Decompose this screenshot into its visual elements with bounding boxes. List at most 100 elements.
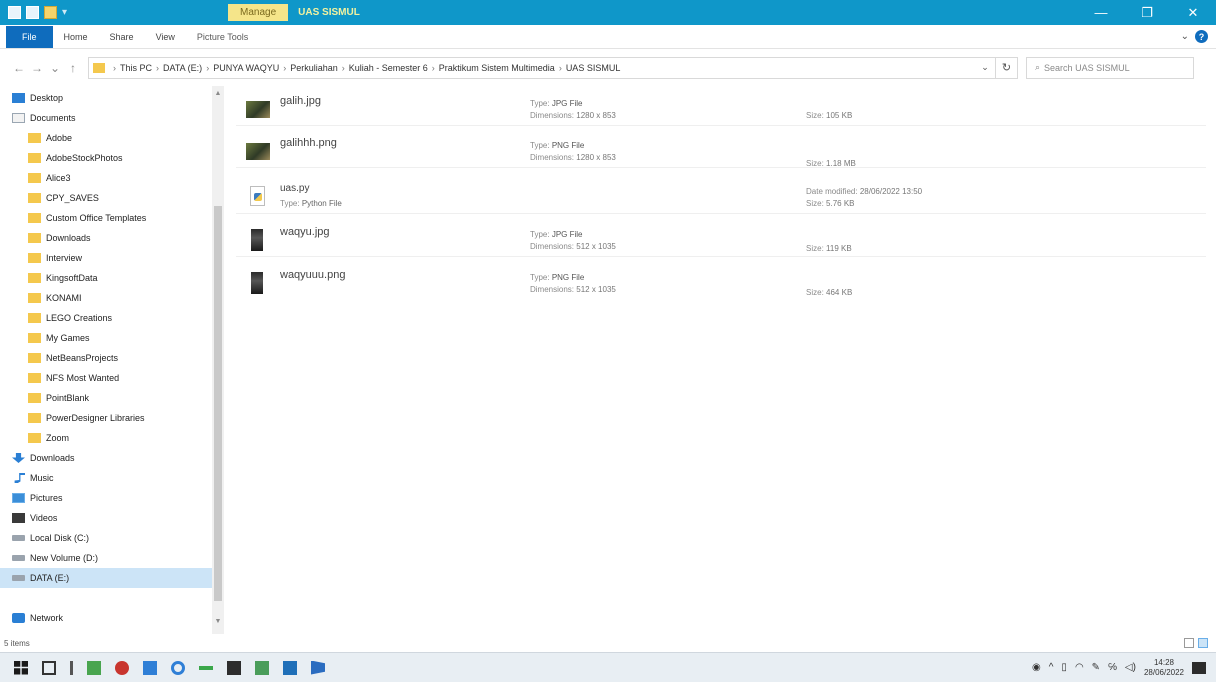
nav-scrollbar[interactable]: ▲ ▼: [212, 86, 224, 634]
minimize-button[interactable]: —: [1078, 0, 1124, 25]
breadcrumb-data-drive[interactable]: DATA (E:): [163, 63, 202, 73]
chevron-right-icon[interactable]: ›: [342, 63, 345, 73]
nav-item-powerdesigner-libraries[interactable]: PowerDesigner Libraries: [0, 408, 212, 428]
close-button[interactable]: ✕: [1170, 0, 1216, 25]
tab-home[interactable]: Home: [53, 25, 99, 49]
nav-item-my-games[interactable]: My Games: [0, 328, 212, 348]
forward-arrow-icon[interactable]: →: [28, 61, 46, 75]
wifi-icon[interactable]: ◠: [1075, 662, 1084, 673]
nav-item-music[interactable]: Music: [0, 468, 212, 488]
language-icon[interactable]: ℅: [1108, 662, 1117, 673]
pinned-app-icon[interactable]: [87, 660, 101, 675]
tab-file[interactable]: File: [6, 25, 53, 48]
nav-item-alice3[interactable]: Alice3: [0, 168, 212, 188]
chevron-right-icon[interactable]: ›: [156, 63, 159, 73]
nav-item-videos[interactable]: Videos: [0, 508, 212, 528]
chevron-right-icon[interactable]: ›: [113, 63, 116, 73]
recent-locations-icon[interactable]: ⌄: [46, 61, 64, 75]
tab-view[interactable]: View: [145, 25, 186, 49]
file-row-waqyu-jpg[interactable]: waqyu.jpg Type: JPG File Dimensions: 512…: [236, 223, 1206, 257]
large-icons-view-icon[interactable]: [1198, 638, 1208, 648]
windows-start-icon[interactable]: [14, 660, 28, 675]
breadcrumb-uas-sismul[interactable]: UAS SISMUL: [566, 63, 621, 73]
nav-item-desktop[interactable]: Desktop: [0, 88, 212, 108]
back-arrow-icon[interactable]: ←: [10, 61, 28, 75]
refresh-icon[interactable]: ↻: [996, 56, 1018, 79]
nav-item-konami[interactable]: KONAMI: [0, 288, 212, 308]
file-row-galih-jpg[interactable]: galih.jpg Type: JPG File Dimensions: 128…: [236, 92, 1206, 126]
folder-icon: [28, 133, 41, 143]
task-view-icon[interactable]: [42, 660, 56, 675]
search-input[interactable]: ⌕ Search UAS SISMUL: [1026, 56, 1194, 79]
nav-item-netbeansprojects[interactable]: NetBeansProjects: [0, 348, 212, 368]
address-bar[interactable]: › This PC › DATA (E:) › PUNYA WAQYU › Pe…: [88, 56, 996, 79]
volume-icon[interactable]: ◁): [1125, 662, 1136, 673]
address-dropdown-icon[interactable]: ⌄: [975, 62, 995, 73]
scroll-up-icon[interactable]: ▲: [212, 88, 224, 100]
scroll-thumb[interactable]: [214, 206, 222, 601]
maximize-button[interactable]: ❐: [1124, 0, 1170, 25]
properties-icon[interactable]: [26, 6, 39, 19]
nav-item-data-e[interactable]: DATA (E:): [0, 568, 212, 588]
manage-context-tab[interactable]: Manage: [228, 4, 289, 21]
nav-item-adobe[interactable]: Adobe: [0, 128, 212, 148]
chevron-right-icon[interactable]: ›: [206, 63, 209, 73]
pen-icon[interactable]: ✎: [1092, 662, 1100, 673]
app-dark-icon[interactable]: [227, 660, 241, 675]
nav-item-local-disk-c[interactable]: Local Disk (C:): [0, 528, 212, 548]
chrome-browser-icon[interactable]: [115, 660, 129, 675]
file-row-uas-py[interactable]: uas.py Type: Python File Date modified: …: [236, 180, 1206, 214]
nav-item-downloads-folder[interactable]: Downloads: [0, 228, 212, 248]
minimized-app-icon[interactable]: [199, 665, 213, 670]
row-divider: [236, 213, 1206, 214]
nav-item-new-volume-d[interactable]: New Volume (D:): [0, 548, 212, 568]
details-view-icon[interactable]: [1184, 638, 1194, 648]
drive-icon: [12, 575, 25, 581]
new-folder-icon[interactable]: [44, 6, 57, 19]
nav-item-cpy-saves[interactable]: CPY_SAVES: [0, 188, 212, 208]
nav-item-custom-office-templates[interactable]: Custom Office Templates: [0, 208, 212, 228]
chevron-right-icon[interactable]: ›: [559, 63, 562, 73]
folder-icon: [28, 313, 41, 323]
help-icon[interactable]: ?: [1195, 30, 1208, 43]
nav-item-downloads[interactable]: Downloads: [0, 448, 212, 468]
expand-ribbon-icon[interactable]: ⌄: [1181, 31, 1189, 42]
nav-item-kingsoftdata[interactable]: KingsoftData: [0, 268, 212, 288]
chevron-right-icon[interactable]: ›: [283, 63, 286, 73]
nav-item-lego-creations[interactable]: LEGO Creations: [0, 308, 212, 328]
nav-item-documents[interactable]: Documents: [0, 108, 212, 128]
nav-item-interview[interactable]: Interview: [0, 248, 212, 268]
file-row-galihhh-png[interactable]: galihhh.png Type: PNG File Dimensions: 1…: [236, 134, 1206, 168]
clock[interactable]: 14:28 28/06/2022: [1144, 658, 1184, 678]
breadcrumb-perkuliahan[interactable]: Perkuliahan: [290, 63, 338, 73]
chevron-right-icon[interactable]: ›: [432, 63, 435, 73]
clock-date: 28/06/2022: [1143, 667, 1184, 677]
breadcrumb-kuliah-semester[interactable]: Kuliah - Semester 6: [349, 63, 428, 73]
spreadsheet-icon[interactable]: [255, 660, 269, 675]
notifications-icon[interactable]: [1192, 661, 1206, 674]
network-status-icon[interactable]: ◉: [1032, 662, 1041, 673]
tab-share[interactable]: Share: [99, 25, 145, 49]
up-arrow-icon[interactable]: ↑: [64, 61, 82, 75]
vscode-icon[interactable]: [143, 660, 157, 675]
nav-item-nfs-most-wanted[interactable]: NFS Most Wanted: [0, 368, 212, 388]
nav-item-pictures[interactable]: Pictures: [0, 488, 212, 508]
battery-icon[interactable]: ▯: [1061, 662, 1067, 673]
file-row-waqyuuu-png[interactable]: waqyuuu.png Type: PNG File Dimensions: 5…: [236, 266, 1206, 300]
nav-item-zoom[interactable]: Zoom: [0, 428, 212, 448]
videos-icon: [12, 513, 25, 523]
customize-toolbar-icon[interactable]: ▾: [62, 7, 67, 18]
nav-item-adobestockphotos[interactable]: AdobeStockPhotos: [0, 148, 212, 168]
outlook-icon[interactable]: [283, 660, 297, 675]
app-circle-icon[interactable]: [171, 660, 185, 675]
scroll-down-icon[interactable]: ▼: [212, 616, 224, 628]
show-hidden-icons-icon[interactable]: ^: [1049, 662, 1054, 673]
breadcrumb-this-pc[interactable]: This PC: [120, 63, 152, 73]
pinned-app-icon[interactable]: [70, 660, 73, 675]
nav-item-pointblank[interactable]: PointBlank: [0, 388, 212, 408]
breadcrumb-praktikum[interactable]: Praktikum Sistem Multimedia: [439, 63, 555, 73]
tab-picture-tools[interactable]: Picture Tools: [186, 25, 259, 49]
file-explorer-pinned-icon[interactable]: [311, 660, 325, 675]
nav-item-network[interactable]: Network: [0, 608, 212, 628]
breadcrumb-punya-waqyu[interactable]: PUNYA WAQYU: [213, 63, 279, 73]
